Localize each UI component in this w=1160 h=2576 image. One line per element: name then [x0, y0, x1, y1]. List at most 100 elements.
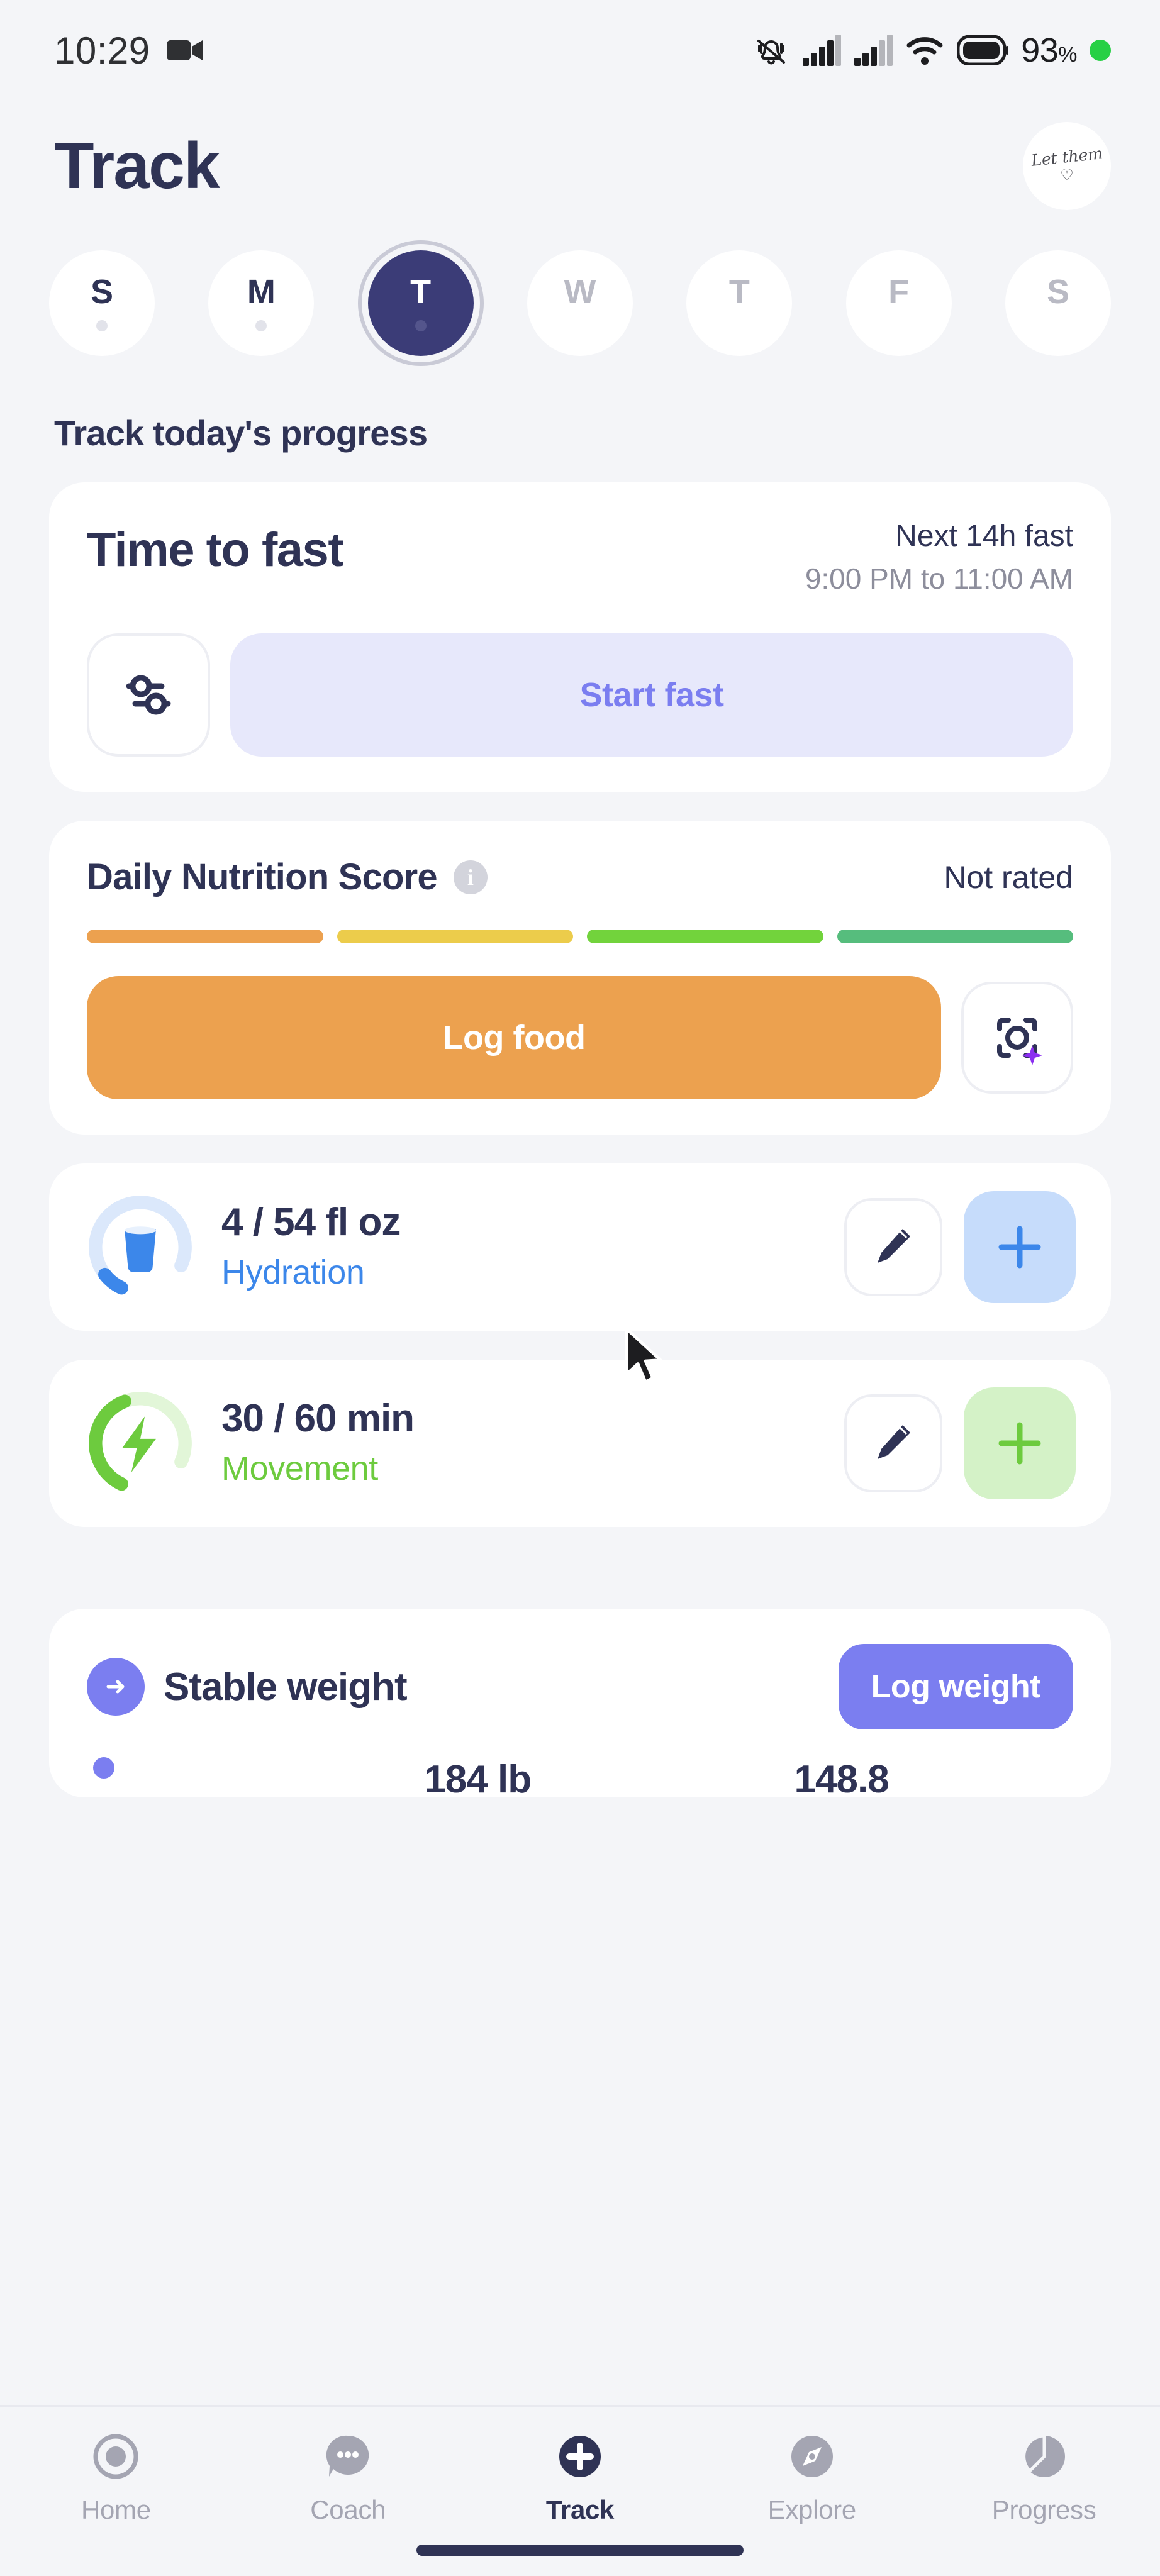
nav-item-home[interactable]: Home	[0, 2428, 232, 2525]
signal-bars-icon	[803, 35, 842, 66]
plus-icon	[998, 1226, 1041, 1269]
water-glass-icon	[89, 1196, 192, 1299]
nav-label-home: Home	[81, 2495, 151, 2524]
nav-item-progress[interactable]: Progress	[928, 2428, 1160, 2525]
fasting-card-header: Time to fast Next 14h fast 9:00 PM to 11…	[87, 518, 1073, 598]
movement-edit-button[interactable]	[844, 1394, 942, 1493]
movement-card: 30 / 60 min Movement	[49, 1360, 1111, 1528]
compass-icon	[791, 2436, 833, 2477]
day-pill-monday[interactable]: M	[208, 250, 315, 356]
log-food-button[interactable]: Log food	[87, 976, 941, 1100]
fasting-title: Time to fast	[87, 523, 344, 577]
nav-item-coach[interactable]: Coach	[232, 2428, 464, 2525]
weight-current-value: 184 lb	[424, 1758, 532, 1798]
day-letter: M	[247, 273, 276, 311]
day-pill-thursday[interactable]: T	[686, 250, 793, 356]
nav-label-track: Track	[545, 2495, 615, 2524]
day-pill-tuesday[interactable]: T	[367, 250, 474, 356]
nav-item-track[interactable]: Track	[464, 2428, 696, 2525]
day-pill-saturday[interactable]: S	[1005, 250, 1111, 356]
nutrition-title: Daily Nutrition Score	[87, 857, 438, 898]
weight-title-wrap: Stable weight	[87, 1658, 408, 1716]
weight-current-stat	[93, 1757, 424, 1779]
home-indicator[interactable]	[416, 2545, 744, 2556]
section-heading: Track today's progress	[54, 413, 428, 453]
nutrition-actions: Log food	[87, 976, 1073, 1100]
arrow-right-circle-icon	[87, 1658, 145, 1716]
avatar[interactable]: Let them ♡	[1023, 122, 1111, 210]
movement-value: 30 / 60 min	[221, 1397, 415, 1441]
nav-item-explore[interactable]: Explore	[696, 2428, 928, 2525]
scan-food-button[interactable]	[961, 982, 1073, 1094]
status-bar-right: 93%	[753, 31, 1111, 70]
day-letter: T	[410, 273, 432, 311]
status-time: 10:29	[54, 29, 150, 72]
nutrition-title-wrap: Daily Nutrition Score i	[87, 856, 488, 898]
day-letter: F	[888, 273, 910, 311]
plus-icon	[998, 1422, 1041, 1465]
fasting-window: 9:00 PM to 11:00 AM	[805, 562, 1073, 595]
heart-icon: ♡	[1060, 167, 1074, 184]
chat-bubble-icon	[326, 2435, 369, 2477]
day-letter: T	[728, 273, 750, 311]
signal-bars-icon	[854, 35, 893, 66]
day-letter: S	[90, 273, 114, 311]
start-fast-button[interactable]: Start fast	[230, 633, 1073, 757]
hydration-row: 4 / 54 fl oz Hydration	[84, 1191, 1076, 1304]
battery-percent: 93%	[1021, 31, 1077, 69]
weight-goal-value: 148.8	[794, 1758, 890, 1798]
pencil-icon	[878, 1425, 910, 1460]
sliders-icon	[126, 675, 171, 715]
day-letter: S	[1046, 273, 1069, 311]
video-camera-icon	[166, 40, 203, 60]
wifi-icon	[906, 37, 943, 65]
nutrition-status: Not rated	[944, 859, 1073, 895]
nav-label-explore: Explore	[767, 2495, 857, 2524]
weight-title: Stable weight	[164, 1665, 408, 1709]
fasting-settings-button[interactable]	[87, 633, 210, 757]
hydration-label: Hydration	[221, 1253, 365, 1291]
log-weight-button[interactable]: Log weight	[838, 1644, 1073, 1730]
app-screen: 10:29 93% Track Let them ♡ S M T W T F S…	[0, 0, 1160, 2576]
score-bar-excellent	[837, 930, 1073, 944]
status-bar: 10:29 93%	[0, 0, 1160, 101]
hydration-value: 4 / 54 fl oz	[221, 1201, 401, 1245]
recording-dot-icon	[1090, 40, 1111, 61]
day-pill-sunday[interactable]: S	[49, 250, 155, 356]
info-icon[interactable]: i	[453, 860, 488, 894]
day-pill-wednesday[interactable]: W	[527, 250, 633, 356]
nutrition-card: Daily Nutrition Score i Not rated Log fo…	[49, 821, 1111, 1135]
nav-label-coach: Coach	[310, 2495, 386, 2524]
fasting-meta: Next 14h fast 9:00 PM to 11:00 AM	[805, 518, 1073, 598]
weight-card-header: Stable weight Log weight	[87, 1644, 1073, 1730]
weight-goal-value-wrap: 148.8	[794, 1757, 890, 1798]
fasting-card: Time to fast Next 14h fast 9:00 PM to 11…	[49, 482, 1111, 792]
score-bar-good	[587, 930, 823, 944]
nutrition-card-header: Daily Nutrition Score i Not rated	[87, 856, 1073, 898]
fasting-next-label: Next 14h fast	[895, 519, 1073, 553]
hydration-text: 4 / 54 fl oz Hydration	[218, 1200, 823, 1294]
hydration-add-button[interactable]	[964, 1191, 1076, 1304]
day-entry-dot	[415, 320, 427, 331]
day-pill-friday[interactable]: F	[845, 250, 952, 356]
movement-add-button[interactable]	[964, 1387, 1076, 1500]
pencil-icon	[878, 1229, 910, 1263]
hydration-edit-button[interactable]	[844, 1198, 942, 1297]
page-header: Track Let them ♡	[0, 101, 1160, 210]
nav-label-progress: Progress	[991, 2495, 1096, 2524]
ai-camera-scan-icon	[997, 1018, 1042, 1066]
weight-stats: 184 lb 148.8	[87, 1757, 1073, 1797]
weight-card: Stable weight Log weight 184 lb 148.8	[49, 1609, 1111, 1798]
lightning-bolt-icon	[89, 1392, 192, 1495]
movement-label: Movement	[221, 1449, 378, 1487]
weight-current-value-wrap: 184 lb	[424, 1757, 794, 1797]
nutrition-score-bars	[87, 930, 1073, 944]
day-entry-dot	[255, 320, 267, 331]
legend-dot-current	[93, 1757, 114, 1779]
hydration-card: 4 / 54 fl oz Hydration	[49, 1163, 1111, 1331]
status-bar-left: 10:29	[54, 29, 203, 72]
movement-row: 30 / 60 min Movement	[84, 1387, 1076, 1500]
silent-bell-icon	[757, 40, 786, 65]
fasting-actions: Start fast	[87, 633, 1073, 757]
movement-text: 30 / 60 min Movement	[218, 1396, 823, 1490]
